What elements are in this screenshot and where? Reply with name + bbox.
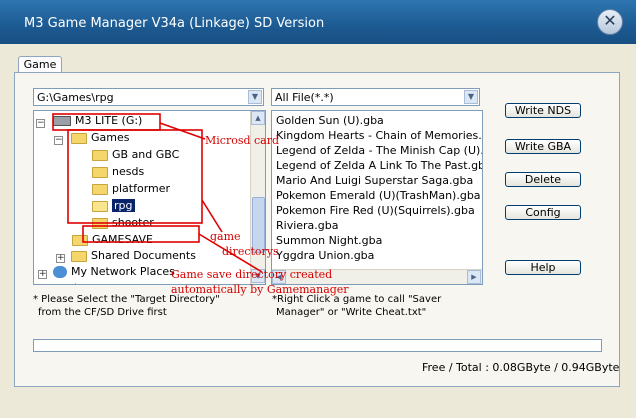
annotation-save-2: automatically by Gamemanager [171, 283, 349, 296]
chevron-down-icon[interactable]: ▼ [248, 90, 262, 104]
tree-item-partial[interactable]: system [56, 280, 96, 284]
scroll-up-icon[interactable]: ▲ [251, 111, 265, 125]
file-item[interactable]: Summon Night.gba [276, 234, 382, 249]
close-button[interactable]: ✕ [597, 9, 623, 35]
write-gba-button[interactable]: Write GBA [505, 139, 581, 154]
expand-icon[interactable]: + [38, 270, 47, 279]
file-filter-value: All File(*.*) [275, 91, 334, 104]
file-item[interactable]: Kingdom Hearts - Chain of Memories.gba [276, 129, 482, 144]
tree-item-gamesave[interactable]: GAMESAVE [72, 232, 153, 248]
tree-label-drive: M3 LITE (G:) [75, 114, 143, 127]
annotation-microsd: Microsd card [205, 134, 280, 147]
file-item[interactable]: Pokemon Fire Red (U)(Squirrels).gba [276, 204, 475, 219]
scroll-right-icon[interactable]: ▶ [467, 270, 481, 284]
folder-icon [92, 166, 108, 178]
free-total-label: Free / Total : 0.08GByte / 0.94GByte [422, 361, 620, 374]
tree-label-partial: system [56, 281, 96, 284]
config-button[interactable]: Config [505, 205, 581, 220]
folder-icon [92, 149, 108, 161]
folder-icon [71, 132, 87, 144]
tree-label-folder: platformer [112, 182, 171, 195]
write-nds-button[interactable]: Write NDS [505, 103, 581, 118]
annotation-game-dir-2: directorys [222, 245, 279, 258]
tab-game[interactable]: Game [18, 56, 62, 73]
title-bar[interactable]: M3 Game Manager V34a (Linkage) SD Versio… [0, 0, 636, 44]
close-icon: ✕ [603, 11, 617, 30]
file-item[interactable]: Pokemon Emerald (U)(TrashMan).gba [276, 189, 481, 204]
note-target-directory-2: from the CF/SD Drive first [38, 307, 167, 318]
tree-item-network[interactable]: + My Network Places [38, 264, 175, 280]
tree-item-folder[interactable]: platformer [92, 181, 170, 197]
drive-icon [53, 116, 71, 126]
tree-item-folder-selected[interactable]: rpg [92, 198, 135, 214]
tree-label-shared: Shared Documents [91, 249, 196, 262]
directory-combo-value: G:\Games\rpg [37, 91, 114, 104]
annotation-game-dir: game [210, 230, 241, 243]
file-item[interactable]: Golden Sun (U).gba [276, 114, 384, 129]
file-item[interactable]: Yggdra Union.gba [276, 249, 374, 264]
folder-icon [92, 217, 108, 229]
annotation-save: Game save directory created [171, 268, 333, 281]
tree-item-folder[interactable]: shooter [92, 215, 154, 231]
tree-item-shared[interactable]: + Shared Documents [56, 248, 196, 264]
tree-label-gamesave: GAMESAVE [92, 233, 153, 246]
help-button[interactable]: Help [505, 260, 581, 275]
expand-icon[interactable]: + [56, 254, 65, 263]
tree-label-selected: rpg [112, 199, 135, 212]
window-title: M3 Game Manager V34a (Linkage) SD Versio… [24, 16, 325, 31]
file-item[interactable]: Riviera.gba [276, 219, 339, 234]
app-window: M3 Game Manager V34a (Linkage) SD Versio… [0, 0, 636, 418]
tree-item-folder[interactable]: GB and GBC [92, 147, 179, 163]
open-folder-icon [92, 200, 108, 212]
tree-item-drive[interactable]: − M3 LITE (G:) [36, 113, 142, 129]
tree-label-folder: shooter [112, 216, 154, 229]
folder-icon [92, 183, 108, 195]
progress-bar [33, 339, 602, 352]
tree-item-folder[interactable]: nesds [92, 164, 144, 180]
tree-label-games: Games [91, 131, 130, 144]
folder-icon [71, 250, 87, 262]
collapse-icon[interactable]: − [36, 119, 45, 128]
network-icon [53, 266, 67, 278]
file-item[interactable]: Mario And Luigi Superstar Saga.gba [276, 174, 473, 189]
tree-label-folder: GB and GBC [112, 148, 180, 161]
note-right-click-2: Manager" or "Write Cheat.txt" [276, 307, 427, 318]
tree-label-folder: nesds [112, 165, 145, 178]
file-list[interactable]: Golden Sun (U).gba Kingdom Hearts - Chai… [271, 110, 483, 285]
folder-icon [72, 234, 88, 246]
file-filter-combo[interactable]: All File(*.*) ▼ [271, 88, 480, 106]
file-item[interactable]: Legend of Zelda - The Minish Cap (U).gba [276, 144, 482, 159]
tree-item-games[interactable]: − Games [54, 130, 129, 146]
directory-combo[interactable]: G:\Games\rpg ▼ [33, 88, 264, 106]
file-item[interactable]: Legend of Zelda A Link To The Past.gba [276, 159, 482, 174]
tree-label-network: My Network Places [71, 265, 175, 278]
delete-button[interactable]: Delete [505, 172, 581, 187]
collapse-icon[interactable]: − [54, 136, 63, 145]
chevron-down-icon[interactable]: ▼ [464, 90, 478, 104]
